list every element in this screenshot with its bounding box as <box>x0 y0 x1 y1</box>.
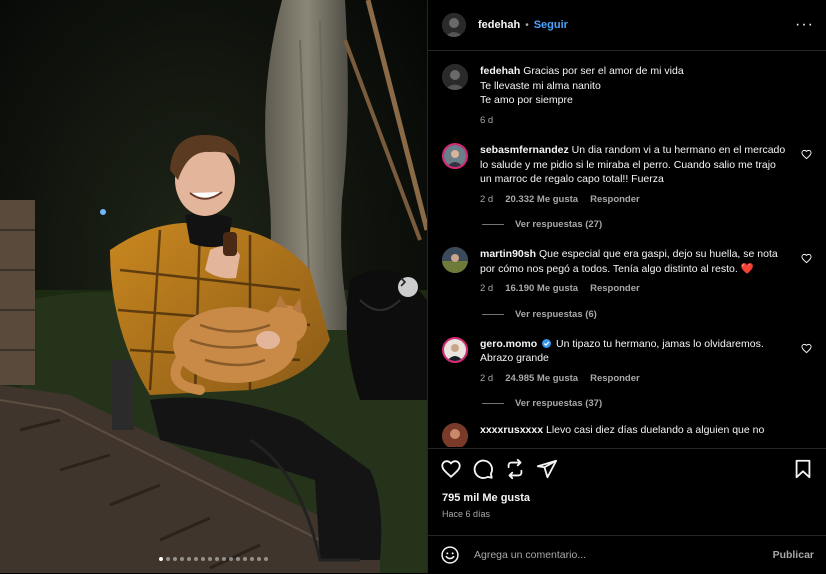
comment-username[interactable]: gero.momo <box>480 338 537 350</box>
carousel-dot <box>159 557 163 561</box>
view-replies-label: Ver respuestas (6) <box>515 308 597 320</box>
comment-icon[interactable] <box>472 458 494 480</box>
comments-list[interactable]: fedehah Gracias por ser el amor de mi vi… <box>428 51 826 447</box>
comment-meta: 2 d 24.985 Me gusta Responder <box>480 372 790 387</box>
save-icon[interactable] <box>792 458 814 480</box>
carousel-dot <box>208 557 212 561</box>
like-comment-icon[interactable] <box>801 343 812 354</box>
replies-line <box>482 224 504 225</box>
caption-avatar[interactable] <box>442 64 468 90</box>
view-replies-button[interactable]: Ver respuestas (37) <box>482 398 812 409</box>
carousel-dot <box>229 557 233 561</box>
reply-button[interactable]: Responder <box>590 193 640 208</box>
share-icon[interactable] <box>504 458 526 480</box>
comment-body: martin90sh Que especial que era gaspi, d… <box>480 247 812 297</box>
replies-line <box>482 313 504 315</box>
carousel-dot <box>173 557 177 561</box>
post-header: fedehah • Seguir ··· <box>428 0 826 51</box>
author-avatar[interactable] <box>442 13 466 37</box>
reply-button[interactable]: Responder <box>590 372 640 387</box>
comment-text: Llevo casi diez días duelando a alguien … <box>545 424 765 436</box>
follow-button[interactable]: Seguir <box>534 19 568 31</box>
comment-item: xxxxrusxxxx Llevo casi diez días dueland… <box>442 423 812 447</box>
like-icon[interactable] <box>440 458 462 480</box>
post-time: Hace 6 días <box>442 509 491 519</box>
carousel-dot <box>222 557 226 561</box>
caption-line: Gracias por ser el amor de mi vida <box>523 65 684 77</box>
comment-likes[interactable]: 24.985 Me gusta <box>505 372 578 387</box>
comment-avatar[interactable] <box>442 336 468 363</box>
comment-meta: 2 d 20.332 Me gusta Responder <box>480 193 790 208</box>
carousel-dot <box>257 557 261 561</box>
view-replies-label: Ver respuestas (27) <box>515 219 603 230</box>
more-options-icon[interactable]: ··· <box>795 16 814 34</box>
view-replies-label: Ver respuestas (37) <box>515 398 603 409</box>
header-separator: • <box>525 19 529 31</box>
comment-meta: 2 d 16.190 Me gusta Responder <box>480 282 790 297</box>
post-photo[interactable] <box>0 0 427 573</box>
author-username[interactable]: fedehah <box>478 19 520 31</box>
carousel-dot <box>236 557 240 561</box>
caption: fedehah Gracias por ser el amor de mi vi… <box>442 64 812 128</box>
caption-line: Te llevaste mi alma nanito <box>480 79 601 92</box>
carousel-indicator <box>0 557 427 561</box>
emoji-icon[interactable] <box>440 545 460 565</box>
comment-item: sebasmfernandez Un dia random vi a tu he… <box>442 143 812 207</box>
comment-username[interactable]: xxxxrusxxxx <box>480 424 543 436</box>
chevron-right-icon <box>400 277 406 287</box>
carousel-dot <box>194 557 198 561</box>
carousel-dot <box>187 557 191 561</box>
carousel-dot <box>166 557 170 561</box>
comment-body: sebasmfernandez Un dia random vi a tu he… <box>480 143 812 207</box>
comment-username[interactable]: martin90sh <box>480 248 536 260</box>
carousel-dot <box>201 557 205 561</box>
caption-line: Te amo por siempre <box>480 94 573 106</box>
comment-composer: Publicar <box>428 535 826 574</box>
caption-meta: 6 d <box>480 114 790 129</box>
carousel-dot <box>243 557 247 561</box>
photo-image <box>0 0 427 573</box>
publish-button[interactable]: Publicar <box>773 549 814 561</box>
caption-body: fedehah Gracias por ser el amor de mi vi… <box>480 64 812 128</box>
replies-line <box>482 403 504 404</box>
likes-count[interactable]: 795 mil Me gusta <box>442 492 530 504</box>
comment-likes[interactable]: 16.190 Me gusta <box>505 282 578 297</box>
send-icon[interactable] <box>536 458 558 480</box>
caption-time: 6 d <box>480 114 494 126</box>
like-comment-icon[interactable] <box>801 253 812 264</box>
comment-avatar[interactable] <box>442 247 468 273</box>
comment-time: 2 d <box>480 283 494 294</box>
comment-avatar[interactable] <box>442 423 468 447</box>
post-panel: fedehah • Seguir ··· fedehah Gracias por… <box>427 0 826 573</box>
carousel-dot <box>250 557 254 561</box>
reply-button[interactable]: Responder <box>590 282 640 297</box>
comment-username[interactable]: sebasmfernandez <box>480 144 569 156</box>
comment-time: 2 d <box>480 372 494 384</box>
comment-body: gero.momo Un tipazo tu hermano, jamas lo… <box>480 337 812 387</box>
carousel-dot <box>215 557 219 561</box>
comment-body: xxxxrusxxxx Llevo casi diez días dueland… <box>480 423 812 438</box>
comment-avatar[interactable] <box>442 143 468 169</box>
caption-username[interactable]: fedehah <box>480 65 520 77</box>
post-actions-bar <box>428 448 826 489</box>
verified-badge-icon <box>542 338 552 348</box>
comment-likes[interactable]: 20.332 Me gusta <box>505 193 578 208</box>
like-comment-icon[interactable] <box>801 149 812 160</box>
comment-item: gero.momo Un tipazo tu hermano, jamas lo… <box>442 336 812 387</box>
comment-item: martin90sh Que especial que era gaspi, d… <box>442 247 812 297</box>
carousel-dot <box>180 557 184 561</box>
next-photo-button[interactable] <box>398 277 418 297</box>
view-replies-button[interactable]: Ver respuestas (6) <box>482 309 812 320</box>
view-replies-button[interactable]: Ver respuestas (27) <box>482 219 812 230</box>
comment-time: 2 d <box>480 193 494 205</box>
carousel-dot <box>264 557 268 561</box>
post-dialog: fedehah • Seguir ··· fedehah Gracias por… <box>0 0 826 573</box>
comment-input[interactable] <box>472 548 773 562</box>
